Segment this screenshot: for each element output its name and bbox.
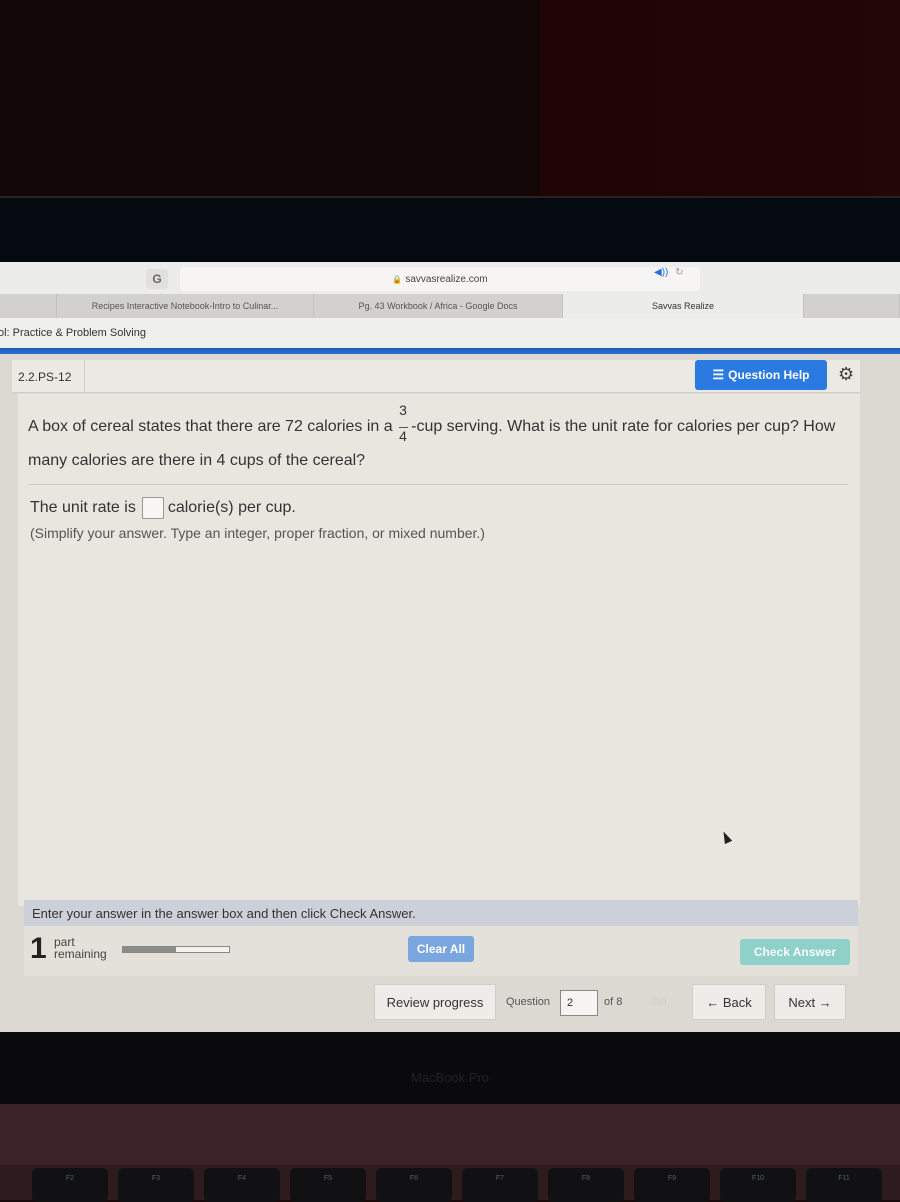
review-progress-button[interactable]: Review progress — [374, 984, 496, 1020]
check-answer-button[interactable]: Check Answer — [740, 939, 850, 965]
question-body: A box of cereal states that there are 72… — [18, 394, 860, 906]
question-label: Question — [506, 996, 551, 1008]
answer-hint: (Simplify your answer. Type an integer, … — [30, 525, 485, 541]
mouse-pointer — [719, 829, 733, 845]
function-key[interactable]: F3 — [118, 1168, 194, 1202]
back-button[interactable]: ← Back — [692, 984, 766, 1020]
function-key[interactable]: F2 — [32, 1168, 108, 1202]
answer-line: The unit rate is calorie(s) per cup. — [30, 497, 296, 519]
browser-toolbar: G 🔒 savvasrealize.com ◀)) ↻ — [0, 262, 900, 294]
parts-remaining-label: part remaining — [54, 935, 107, 961]
laptop-brand-label: MacBook Pro — [410, 1070, 490, 1085]
function-key[interactable]: F9 — [634, 1168, 710, 1202]
gear-icon[interactable]: ⚙ — [838, 364, 854, 385]
tab-empty — [804, 294, 900, 318]
tab-bar: Recipes Interactive Notebook-Intro to Cu… — [0, 294, 900, 318]
audio-playing-icon[interactable]: ◀)) — [654, 267, 668, 278]
question-number-input[interactable] — [560, 990, 598, 1016]
question-total: of 8 — [604, 996, 623, 1008]
question-help-button[interactable]: ☰ Question Help — [695, 360, 827, 390]
question-id: 2.2.PS-12 — [18, 370, 72, 384]
tab-google-docs[interactable]: Pg. 43 Workbook / Africa - Google Docs — [314, 294, 563, 318]
page-heading: ol: Practice & Problem Solving — [0, 327, 146, 339]
answer-input[interactable] — [141, 497, 164, 519]
address-bar[interactable]: 🔒 savvasrealize.com — [180, 267, 700, 291]
function-key[interactable]: F7 — [462, 1168, 538, 1202]
tab-recipes[interactable]: Recipes Interactive Notebook-Intro to Cu… — [57, 294, 314, 318]
function-key-row: F2 F3 F4 F5 F6 F7 F8 F9 F10 F11 — [0, 1165, 900, 1202]
tab-savvas-realize[interactable]: Savvas Realize — [563, 294, 804, 318]
function-key[interactable]: F4 — [204, 1168, 280, 1202]
function-key[interactable]: F5 — [290, 1168, 366, 1202]
progress-bar — [122, 946, 230, 953]
function-key[interactable]: F10 — [720, 1168, 796, 1202]
function-key[interactable]: F8 — [548, 1168, 624, 1202]
next-button[interactable]: Next → — [774, 984, 846, 1020]
answer-footer: 1 part remaining Clear All Check Answer — [24, 926, 858, 976]
page-heading-bar: ol: Practice & Problem Solving — [0, 318, 900, 348]
tab-empty — [0, 294, 57, 318]
divider — [28, 484, 848, 485]
list-icon: ☰ — [712, 367, 725, 382]
instructions-bar: Enter your answer in the answer box and … — [24, 900, 858, 926]
reload-icon[interactable]: ↻ — [675, 267, 683, 278]
laptop-top-bezel — [0, 196, 900, 264]
screen: G 🔒 savvasrealize.com ◀)) ↻ Recipes Inte… — [0, 262, 900, 1032]
question-app: 2.2.PS-12 ☰ Question Help ⚙ A box of cer… — [0, 354, 900, 1032]
laptop-hinge — [0, 1104, 900, 1170]
question-header: 2.2.PS-12 ☰ Question Help ⚙ — [12, 360, 860, 393]
parts-remaining-count: 1 — [30, 932, 47, 965]
fraction: 3 4 — [399, 401, 409, 444]
laptop-bottom-bezel: MacBook Pro — [0, 1032, 900, 1104]
clear-all-button[interactable]: Clear All — [408, 936, 474, 962]
question-text: A box of cereal states that there are 72… — [28, 401, 836, 469]
question-navigation: Review progress Question of 8 Go ← Back … — [0, 976, 900, 1024]
progress-fill — [123, 947, 176, 952]
url-text: savvasrealize.com — [405, 273, 488, 285]
function-key[interactable]: F11 — [806, 1168, 882, 1202]
function-key[interactable]: F6 — [376, 1168, 452, 1202]
background-wall — [0, 0, 900, 200]
go-button[interactable]: Go — [652, 996, 667, 1008]
grammarly-extension-icon[interactable]: G — [146, 269, 168, 289]
lock-icon: 🔒 — [392, 274, 403, 284]
